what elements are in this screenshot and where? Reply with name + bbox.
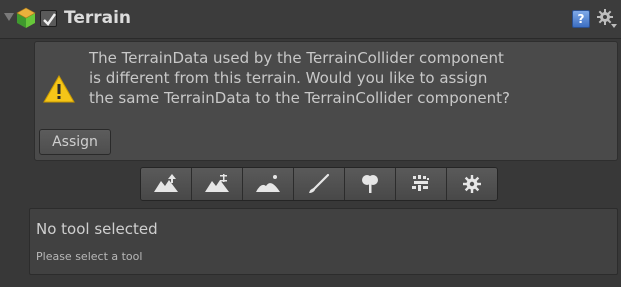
place-trees-icon — [362, 175, 378, 193]
assign-button[interactable]: Assign — [39, 129, 111, 155]
terrain-tools-toolbar — [140, 167, 498, 201]
paint-details-icon — [412, 175, 429, 191]
tool-raise-lower-terrain[interactable] — [141, 168, 192, 200]
tool-place-trees[interactable] — [345, 168, 396, 200]
smooth-height-icon — [256, 175, 280, 192]
paint-height-icon — [205, 174, 229, 192]
tool-paint-details[interactable] — [396, 168, 447, 200]
terrain-inspector: Terrain ? The TerrainData used by the Te… — [0, 0, 621, 287]
tool-info-title: No tool selected — [36, 220, 158, 238]
tool-terrain-settings[interactable] — [447, 168, 497, 200]
terrain-settings-icon — [463, 175, 481, 193]
tool-smooth-height[interactable] — [243, 168, 294, 200]
collider-mismatch-warning: The TerrainData used by the TerrainColli… — [34, 41, 618, 161]
foldout-arrow-icon[interactable] — [4, 13, 14, 21]
help-icon[interactable]: ? — [572, 10, 590, 28]
component-title: Terrain — [64, 8, 132, 28]
tool-info-box: No tool selected Please select a tool — [29, 208, 618, 275]
tool-info-subtitle: Please select a tool — [36, 250, 143, 263]
warning-message: The TerrainData used by the TerrainColli… — [89, 49, 511, 107]
tool-paint-texture[interactable] — [294, 168, 345, 200]
terrain-icon — [16, 7, 36, 28]
gear-icon[interactable] — [596, 8, 618, 30]
raise-lower-terrain-icon — [154, 174, 178, 192]
component-header[interactable]: Terrain ? — [0, 0, 621, 39]
checkmark-icon — [43, 13, 56, 26]
warning-icon — [43, 75, 75, 103]
paint-texture-icon — [309, 173, 330, 193]
enabled-checkbox[interactable] — [40, 10, 57, 27]
tool-paint-height[interactable] — [192, 168, 243, 200]
